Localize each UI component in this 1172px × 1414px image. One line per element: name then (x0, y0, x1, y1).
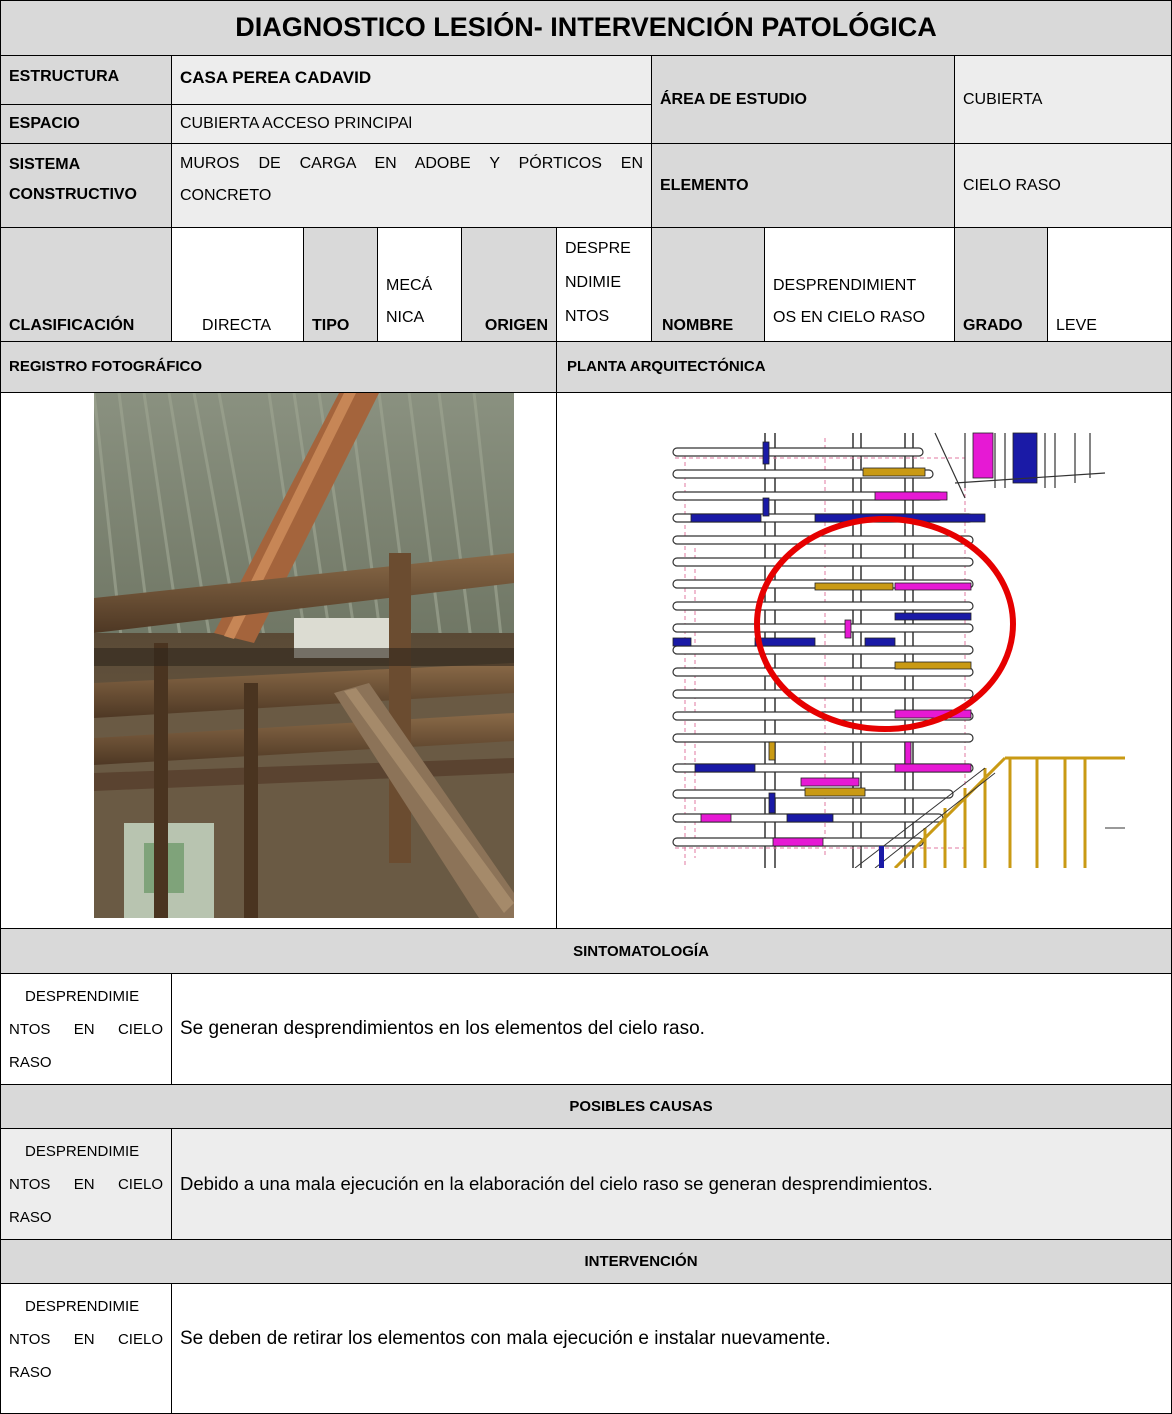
origin-value: DESPRE NDIMIE NTOS (556, 227, 652, 342)
study-area-value: CUBIERTA (954, 55, 1172, 144)
symptoms-header: SINTOMATOLOGÍA (0, 928, 1172, 974)
symptoms-text: Se generan desprendimientos en los eleme… (171, 973, 1172, 1085)
pathology-sheet: DIAGNOSTICO LESIÓN- INTERVENCIÓN PATOLÓG… (0, 0, 1172, 1414)
symptoms-label-line-3: RASO (9, 1054, 52, 1071)
causes-text: Debido a una mala ejecución en la elabor… (171, 1128, 1172, 1240)
page-title: DIAGNOSTICO LESIÓN- INTERVENCIÓN PATOLÓG… (0, 0, 1172, 56)
intervention-label-line-3: RASO (9, 1364, 52, 1381)
causes-header: POSIBLES CAUSAS (0, 1084, 1172, 1129)
system-label-line2: CONSTRUCTIVO (9, 186, 137, 203)
space-value: CUBIERTA ACCESO PRINCIPAl (171, 104, 652, 144)
origin-label: ORIGEN (461, 227, 557, 342)
intervention-label-line-1: DESPRENDIMIE (25, 1298, 140, 1315)
name-line-2: OS EN CIELO RASO (773, 309, 926, 326)
element-label: ELEMENTO (651, 143, 955, 228)
element-value: CIELO RASO (954, 143, 1172, 228)
causes-label-line-3: RASO (9, 1209, 52, 1226)
causes-label: DESPRENDIMIE NTOS EN CIELO RASO (0, 1128, 172, 1240)
symptoms-label: DESPRENDIMIE NTOS EN CIELO RASO (0, 973, 172, 1085)
plan-section-label: PLANTA ARQUITECTÓNICA (556, 341, 1172, 393)
causes-label-line-2: NTOS EN CIELO (9, 1176, 163, 1193)
origin-line-1: DESPRE (565, 240, 631, 257)
grade-label: GRADO (954, 227, 1048, 342)
grade-value: LEVE (1047, 227, 1172, 342)
plan-cell (556, 392, 1172, 929)
type-value: MECÁ NICA (377, 227, 462, 342)
type-line-1: MECÁ (386, 277, 433, 294)
intervention-label-line-2: NTOS EN CIELO (9, 1331, 163, 1348)
photo-section-label: REGISTRO FOTOGRÁFICO (0, 341, 557, 393)
system-label: SISTEMA CONSTRUCTIVO (0, 143, 172, 228)
type-label: TIPO (303, 227, 378, 342)
name-line-1: DESPRENDIMIENT (773, 277, 917, 294)
space-label: ESPACIO (0, 104, 172, 144)
intervention-text: Se deben de retirar los elementos con ma… (171, 1283, 1172, 1414)
structure-value: CASA PEREA CADAVID (171, 55, 652, 105)
type-line-2: NICA (386, 309, 425, 326)
classification-label: CLASIFICACIÓN (0, 227, 172, 342)
name-label: NOMBRE (651, 227, 765, 342)
origin-line-3: NTOS (565, 308, 610, 325)
roof-photo-image (94, 393, 514, 918)
architectural-plan-drawing (672, 432, 1125, 868)
intervention-label: DESPRENDIMIE NTOS EN CIELO RASO (0, 1283, 172, 1414)
classification-value: DIRECTA (171, 227, 304, 342)
name-value: DESPRENDIMIENT OS EN CIELO RASO (764, 227, 955, 342)
symptoms-label-line-1: DESPRENDIMIE (25, 988, 140, 1005)
causes-label-line-1: DESPRENDIMIE (25, 1143, 140, 1160)
structure-label: ESTRUCTURA (0, 55, 172, 105)
symptoms-label-line-2: NTOS EN CIELO (9, 1021, 163, 1038)
photo-cell (0, 392, 557, 929)
study-area-label: ÁREA DE ESTUDIO (651, 55, 955, 144)
system-label-line1: SISTEMA (9, 156, 81, 173)
system-value-line1: MUROS DE CARGA EN ADOBE Y PÓRTICOS EN (180, 155, 643, 172)
system-value: MUROS DE CARGA EN ADOBE Y PÓRTICOS EN CO… (171, 143, 652, 228)
intervention-header: INTERVENCIÓN (0, 1239, 1172, 1284)
system-value-line2: CONCRETO (180, 187, 272, 204)
origin-line-2: NDIMIE (565, 274, 621, 291)
